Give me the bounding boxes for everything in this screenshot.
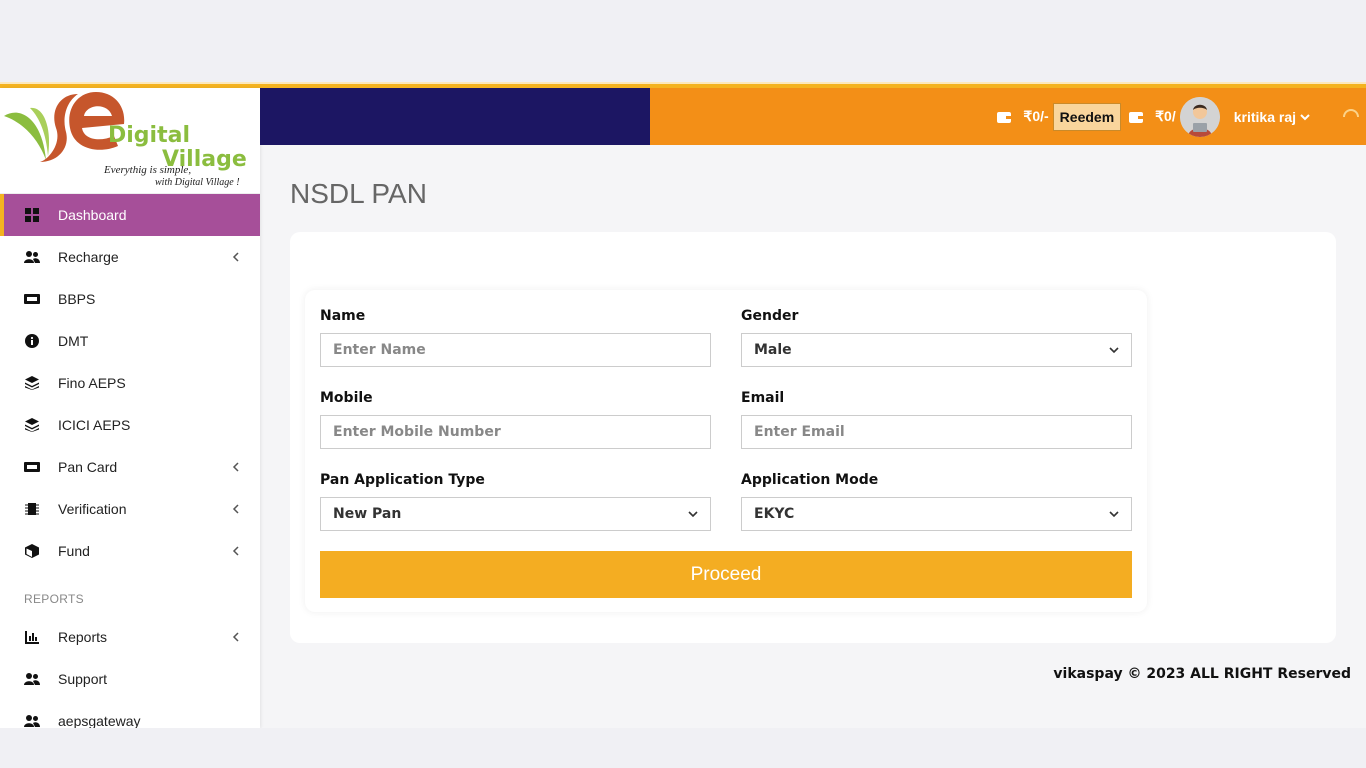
sidebar-item-label: DMT xyxy=(58,333,89,349)
pan-type-label: Pan Application Type xyxy=(320,472,485,488)
sidebar-item-fund[interactable]: Fund xyxy=(0,530,260,572)
aeps-balance: ₹0/ xyxy=(1155,108,1176,124)
sidebar-item-label: Fund xyxy=(58,543,90,559)
chevron-left-icon xyxy=(232,252,239,262)
dashboard-icon xyxy=(24,207,40,223)
header-right: ₹0/- Reedem ₹0/ kritika raj xyxy=(650,88,1366,145)
proceed-button[interactable]: Proceed xyxy=(320,551,1132,598)
sidebar-item-label: BBPS xyxy=(58,291,96,307)
sidebar-section-reports: REPORTS xyxy=(24,592,84,606)
sidebar-item-aepsgateway[interactable]: aepsgateway xyxy=(0,700,260,728)
header-left xyxy=(260,88,650,145)
user-name: kritika raj xyxy=(1233,108,1296,125)
sidebar-item-label: Dashboard xyxy=(58,207,127,223)
box-icon xyxy=(24,543,40,559)
users-icon xyxy=(24,249,40,265)
gender-label: Gender xyxy=(741,308,799,324)
application-mode-label: Application Mode xyxy=(741,472,879,488)
wallet-icon xyxy=(1129,111,1144,123)
chevron-left-icon xyxy=(232,546,239,556)
sidebar-item-recharge[interactable]: Recharge xyxy=(0,236,260,278)
layers-icon xyxy=(24,417,40,433)
app-window: Digital Village Everythig is simple, wit… xyxy=(0,82,1366,728)
sidebar-item-dashboard[interactable]: Dashboard xyxy=(0,194,260,236)
logo-tagline-2: with Digital Village ! xyxy=(155,177,240,188)
user-menu[interactable]: kritika raj xyxy=(1234,109,1310,125)
info-icon xyxy=(24,333,40,349)
chevron-left-icon xyxy=(232,504,239,514)
sidebar-item-reports[interactable]: Reports xyxy=(0,616,260,658)
sidebar-item-support[interactable]: Support xyxy=(0,658,260,700)
avatar[interactable] xyxy=(1179,96,1220,137)
email-label: Email xyxy=(741,390,785,406)
chevron-left-icon xyxy=(232,632,239,642)
name-input[interactable] xyxy=(320,333,711,367)
chevron-down-icon xyxy=(1109,347,1119,354)
mobile-input[interactable] xyxy=(320,415,711,449)
form-card: Name Gender Male Mobile Email Pan Applic… xyxy=(290,232,1336,643)
ticket-icon xyxy=(24,291,40,307)
chevron-down-icon xyxy=(688,511,698,518)
mobile-label: Mobile xyxy=(320,390,373,406)
sidebar-item-label: Pan Card xyxy=(58,459,118,475)
svg-text:Digital: Digital xyxy=(108,123,190,148)
ticket-icon xyxy=(24,459,40,475)
sidebar-item-label: aepsgateway xyxy=(58,713,141,728)
users-icon xyxy=(24,713,40,728)
gender-select[interactable]: Male xyxy=(741,333,1132,367)
sidebar-item-bbps[interactable]: BBPS xyxy=(0,278,260,320)
sidebar-item-verification[interactable]: Verification xyxy=(0,488,260,530)
sidebar: Digital Village Everythig is simple, wit… xyxy=(0,88,260,728)
redeem-button[interactable]: Reedem xyxy=(1052,102,1122,131)
sidebar-item-pan-card[interactable]: Pan Card xyxy=(0,446,260,488)
sidebar-item-dmt[interactable]: DMT xyxy=(0,320,260,362)
layers-icon xyxy=(24,375,40,391)
footer-copyright: vikaspay © 2023 ALL RIGHT Reserved xyxy=(1053,666,1351,682)
name-label: Name xyxy=(320,308,366,324)
sidebar-item-label: Support xyxy=(58,671,108,687)
sidebar-item-icici-aeps[interactable]: ICICI AEPS xyxy=(0,404,260,446)
chevron-down-icon xyxy=(1109,511,1119,518)
brand-logo[interactable]: Digital Village Everythig is simple, wit… xyxy=(0,88,260,194)
main-balance: ₹0/- xyxy=(1023,108,1049,124)
pan-type-select[interactable]: New Pan xyxy=(320,497,711,531)
sidebar-item-fino-aeps[interactable]: Fino AEPS xyxy=(0,362,260,404)
user-avatar-icon xyxy=(1179,96,1220,137)
users-icon xyxy=(24,671,40,687)
sidebar-item-label: Verification xyxy=(58,501,127,517)
application-mode-select[interactable]: EKYC xyxy=(741,497,1132,531)
bar-chart-icon xyxy=(24,629,40,645)
gender-value: Male xyxy=(754,342,792,358)
pan-type-value: New Pan xyxy=(333,506,402,522)
page-title: NSDL PAN xyxy=(290,178,427,209)
pan-form: Name Gender Male Mobile Email Pan Applic… xyxy=(305,290,1147,612)
application-mode-value: EKYC xyxy=(754,506,795,522)
sidebar-item-label: Reports xyxy=(58,629,108,645)
wallet-icon xyxy=(997,111,1012,123)
email-input[interactable] xyxy=(741,415,1132,449)
chip-icon xyxy=(24,501,40,517)
sidebar-item-label: ICICI AEPS xyxy=(58,417,131,433)
chevron-down-icon xyxy=(1300,113,1310,120)
sidebar-item-label: Recharge xyxy=(58,249,119,265)
logo-tagline-1: Everythig is simple, xyxy=(104,164,192,176)
sidebar-item-label: Fino AEPS xyxy=(58,375,126,391)
chevron-left-icon xyxy=(232,462,239,472)
loading-spinner-icon xyxy=(1343,108,1359,117)
